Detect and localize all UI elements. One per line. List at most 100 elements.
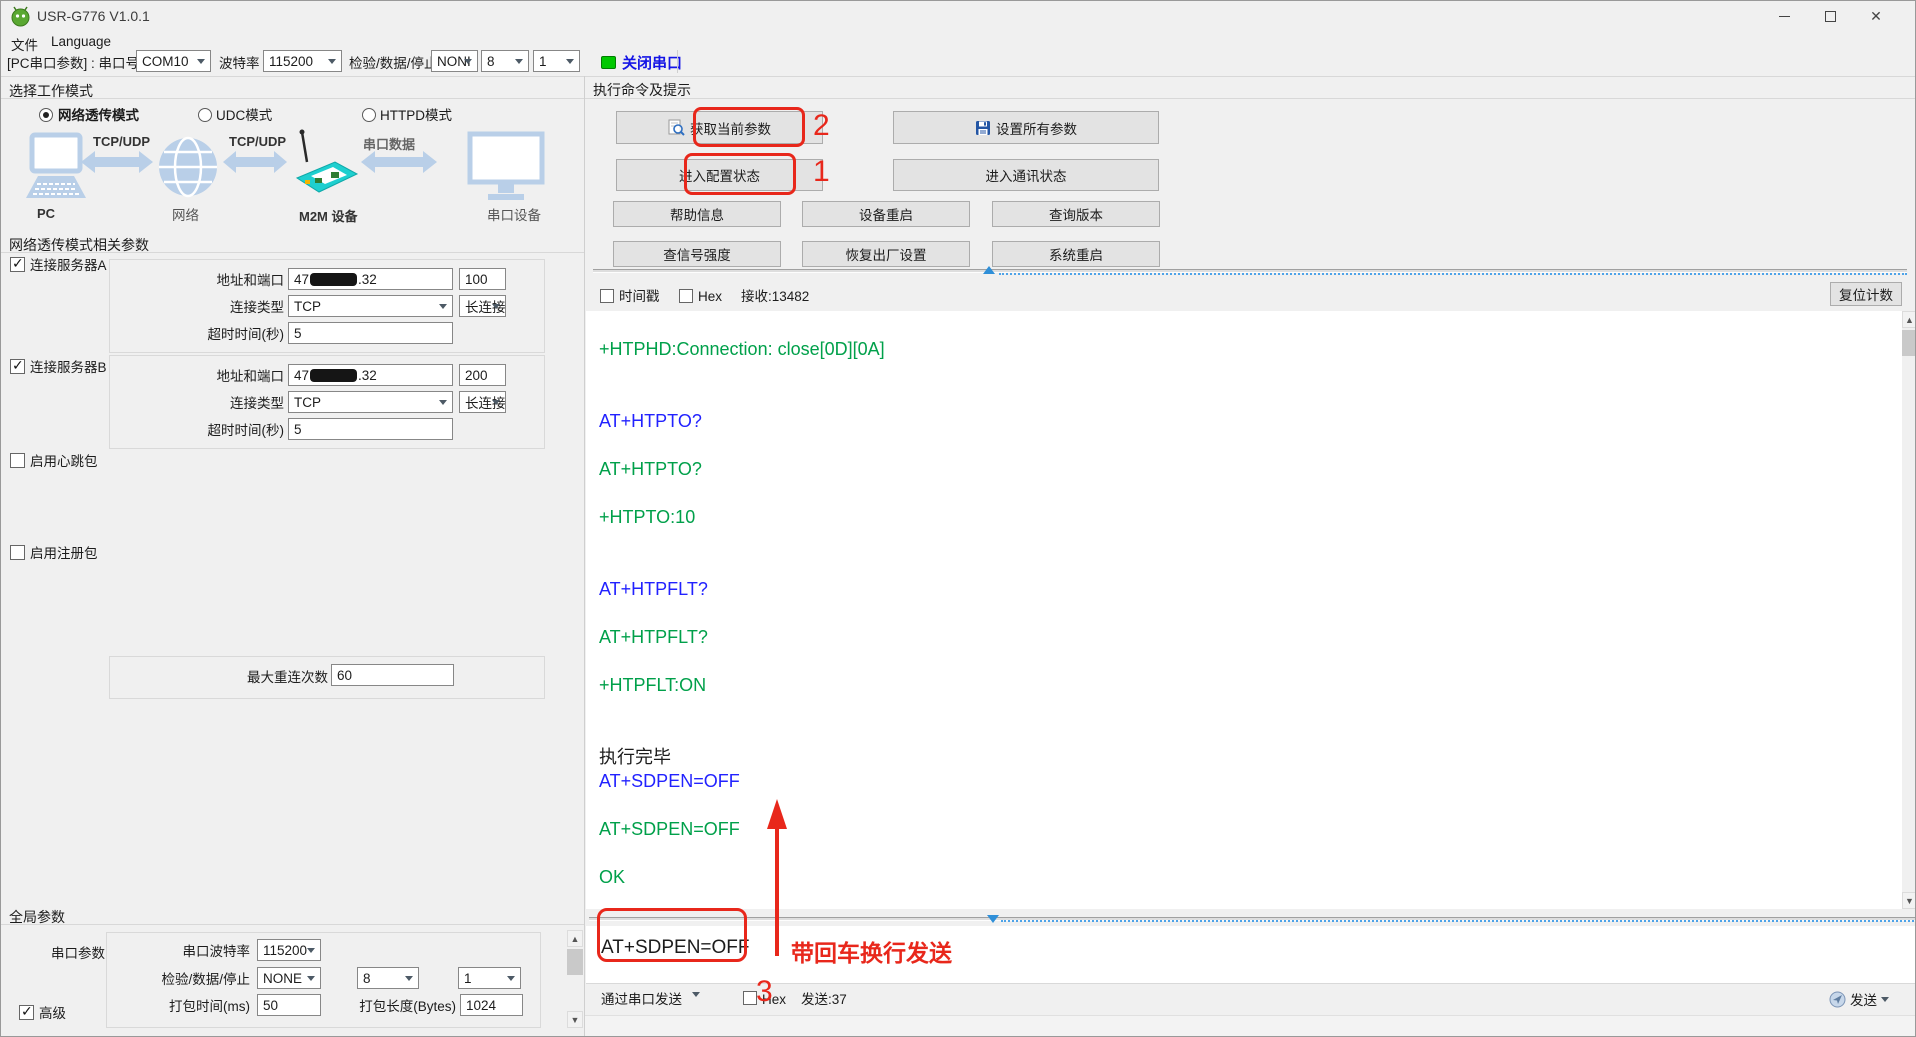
radio-httpd-mode[interactable] xyxy=(362,108,376,122)
stopbits-value: 1 xyxy=(539,53,547,69)
register-checkbox[interactable] xyxy=(10,545,25,560)
m2m-label: M2M 设备 xyxy=(299,209,358,224)
commands-caption: 执行命令及提示 xyxy=(593,82,691,98)
radio-net-transparent-mode[interactable] xyxy=(39,108,53,122)
minimize-button[interactable] xyxy=(1761,1,1807,31)
work-mode-caption-line xyxy=(1,98,584,99)
device-reboot-button[interactable]: 设备重启 xyxy=(802,201,970,227)
recv-hex-checkbox[interactable] xyxy=(679,289,693,303)
server-b-timeout-input[interactable]: 5 xyxy=(288,418,453,440)
received-count: 接收:13482 xyxy=(741,289,810,304)
heartbeat-checkbox[interactable] xyxy=(10,453,25,468)
advanced-checkbox[interactable] xyxy=(19,1003,34,1020)
set-params-button[interactable]: 设置所有参数 xyxy=(893,111,1159,144)
g-databits-select[interactable]: 8 xyxy=(357,967,419,989)
parity-select[interactable]: NONI xyxy=(431,50,478,72)
server-b-checkbox[interactable] xyxy=(10,357,25,374)
g-parity-select[interactable]: NONE xyxy=(257,967,321,989)
server-a-addr-label: 地址和端口 xyxy=(216,273,285,288)
server-a-keep-select[interactable]: 长连接 xyxy=(459,295,506,317)
send-button[interactable]: 发送 xyxy=(1829,988,1889,1010)
radio-udc-mode[interactable] xyxy=(198,108,212,122)
server-b-label: 连接服务器B xyxy=(30,360,107,375)
packtime-input[interactable]: 50 xyxy=(257,994,321,1016)
close-port-button[interactable]: 关闭串口 xyxy=(601,51,682,73)
packtime-label: 打包时间(ms) xyxy=(169,999,250,1014)
server-a-addr-input[interactable]: 47.32 xyxy=(288,268,453,290)
server-b-type-select[interactable]: TCP xyxy=(288,391,453,413)
query-signal-label: 查信号强度 xyxy=(663,248,731,263)
server-a-checkbox[interactable] xyxy=(10,255,25,272)
send-via-serial-button[interactable]: 通过串口发送 xyxy=(601,991,700,1008)
server-b-keep-select[interactable]: 长连接 xyxy=(459,391,506,413)
send-hex-checkbox[interactable] xyxy=(743,991,757,1005)
factory-reset-button[interactable]: 恢复出厂设置 xyxy=(802,241,970,267)
left-scroll-thumb[interactable] xyxy=(567,949,583,975)
left-scroll-up[interactable]: ▲ xyxy=(567,930,583,947)
reset-count-button[interactable]: 复位计数 xyxy=(1830,282,1902,306)
reset-count-label: 复位计数 xyxy=(1839,288,1893,303)
panel-splitter xyxy=(584,76,585,1036)
g-baud-select[interactable]: 115200 xyxy=(257,939,321,961)
server-a-timeout-input[interactable]: 5 xyxy=(288,322,453,344)
menu-file[interactable]: 文件 xyxy=(7,32,42,56)
server-b-keep-value: 长连接 xyxy=(465,396,506,411)
g-stopbits-select[interactable]: 1 xyxy=(458,967,521,989)
log-splitter-thumb[interactable] xyxy=(983,266,995,274)
send-via-serial-label: 通过串口发送 xyxy=(601,992,682,1007)
log-line: AT+HTPFLT? xyxy=(599,627,708,647)
log-scroll-up[interactable]: ▲ xyxy=(1902,311,1915,328)
server-a-timeout-label: 超时时间(秒) xyxy=(207,327,285,342)
menu-language[interactable]: Language xyxy=(47,32,115,51)
left-scroll-down[interactable]: ▼ xyxy=(567,1011,583,1028)
system-reboot-button[interactable]: 系统重启 xyxy=(992,241,1160,267)
radio-net-transparent-label[interactable]: 网络透传模式 xyxy=(58,107,139,124)
query-version-button[interactable]: 查询版本 xyxy=(992,201,1160,227)
log-line: AT+HTPFLT? xyxy=(599,579,708,599)
server-b-timeout-label: 超时时间(秒) xyxy=(207,423,285,438)
set-params-label: 设置所有参数 xyxy=(996,121,1077,137)
log-scroll-down[interactable]: ▼ xyxy=(1902,892,1915,909)
close-button[interactable]: ✕ xyxy=(1853,1,1899,31)
redaction-mask xyxy=(310,272,358,286)
log-scroll-thumb[interactable] xyxy=(1902,330,1915,356)
com-port-select[interactable]: COM10 xyxy=(136,50,211,72)
system-reboot-label: 系统重启 xyxy=(1049,248,1103,263)
help-button[interactable]: 帮助信息 xyxy=(613,201,781,227)
log-line: AT+HTPTO? xyxy=(599,411,702,431)
annotation-step2: 2 xyxy=(813,109,830,142)
network-label: 网络 xyxy=(172,208,199,223)
annotation-box-step1 xyxy=(684,153,796,195)
server-a-type-select[interactable]: TCP xyxy=(288,295,453,317)
packlen-label: 打包长度(Bytes) xyxy=(359,999,456,1014)
enter-comm-button[interactable]: 进入通讯状态 xyxy=(893,159,1159,191)
maximize-button[interactable] xyxy=(1807,1,1853,31)
server-b-addr-input[interactable]: 47.32 xyxy=(288,364,453,386)
packlen-input[interactable]: 1024 xyxy=(460,994,523,1016)
timestamp-checkbox[interactable] xyxy=(600,289,614,303)
pc-icon xyxy=(26,132,86,198)
radio-httpd-label[interactable]: HTTPD模式 xyxy=(380,107,452,124)
heartbeat-label: 启用心跳包 xyxy=(30,454,98,469)
server-a-port-input[interactable]: 100 xyxy=(459,268,506,290)
query-signal-button[interactable]: 查信号强度 xyxy=(613,241,781,267)
send-splitter-thumb[interactable] xyxy=(987,915,999,923)
arrow2-icon xyxy=(223,151,287,173)
app-logo-icon xyxy=(11,6,30,27)
baud-select[interactable]: 115200 xyxy=(263,50,342,72)
databits-select[interactable]: 8 xyxy=(481,50,529,72)
stopbits-select[interactable]: 1 xyxy=(533,50,580,72)
reconnect-input[interactable]: 60 xyxy=(331,664,454,686)
server-a-addr-prefix: 47 xyxy=(294,271,310,287)
server-b-port-input[interactable]: 200 xyxy=(459,364,506,386)
enter-comm-label: 进入通讯状态 xyxy=(985,169,1067,184)
server-a-type-label: 连接类型 xyxy=(230,300,284,315)
radio-udc-label[interactable]: UDC模式 xyxy=(216,107,272,124)
window-title: USR-G776 V1.0.1 xyxy=(37,8,150,24)
reconnect-label: 最大重连次数 xyxy=(247,670,328,685)
chevron-down-icon xyxy=(691,992,700,1001)
baud-value: 115200 xyxy=(269,53,314,69)
